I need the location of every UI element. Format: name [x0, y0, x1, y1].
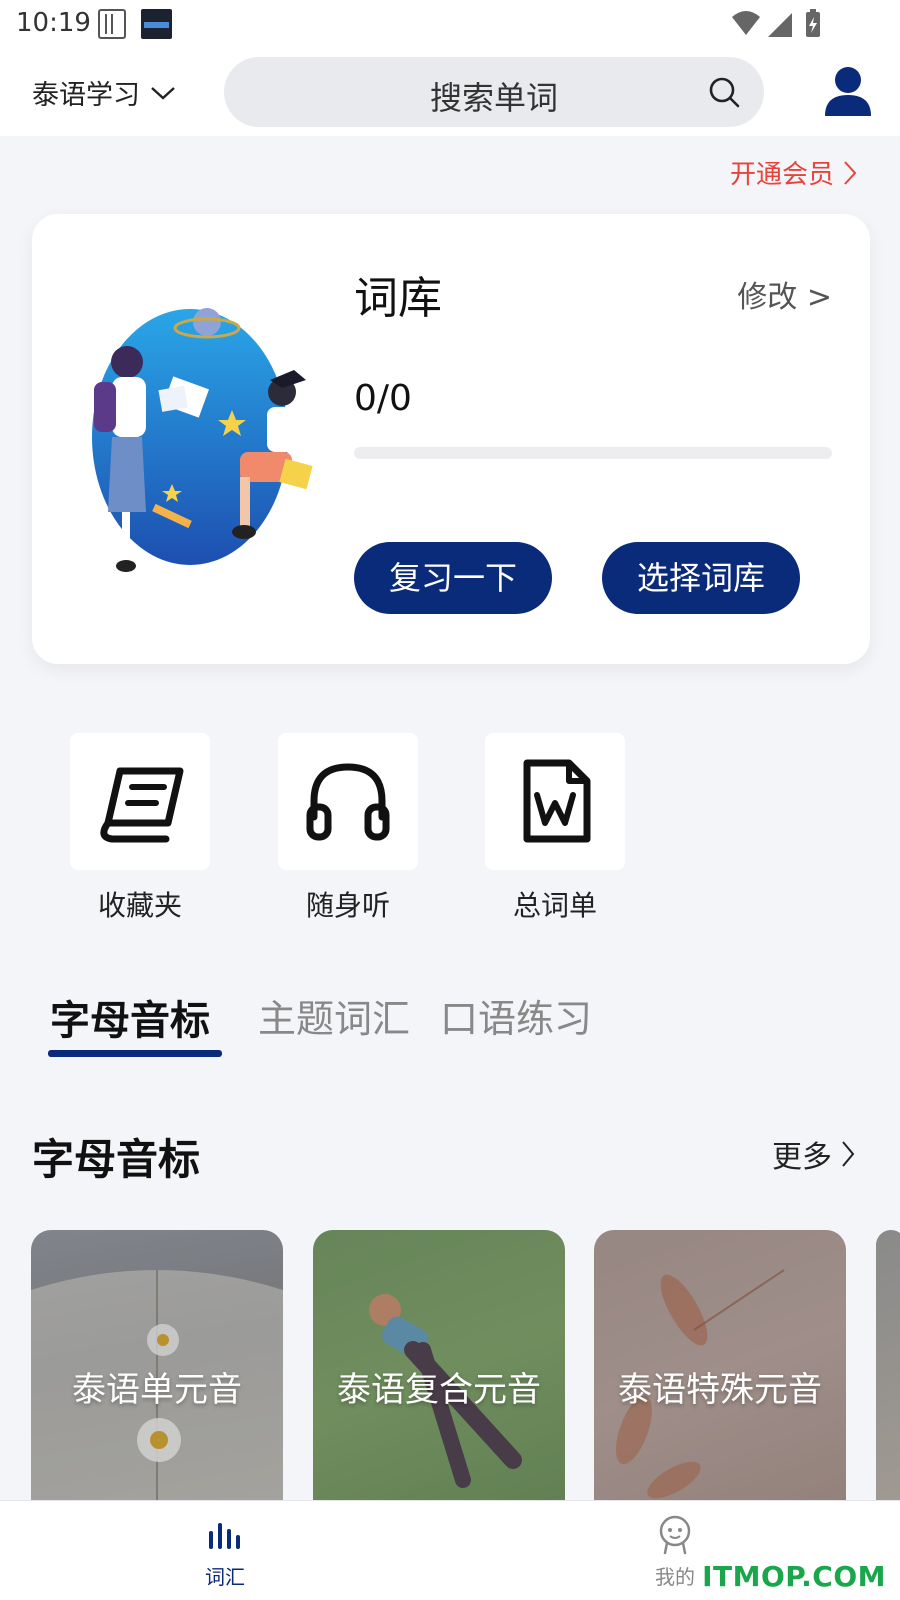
chevron-right-icon — [844, 160, 857, 185]
vocab-title: 词库 — [354, 273, 442, 324]
search-placeholder: 搜索单词 — [429, 79, 558, 117]
tab-topic-vocab[interactable]: 主题词汇 — [258, 988, 410, 1043]
students-illustration — [92, 308, 313, 572]
card-thai-monophthong[interactable]: 泰语单元音 — [31, 1230, 283, 1510]
notification-phone-icon — [98, 9, 126, 39]
language-label: 泰语学习 — [32, 79, 140, 111]
status-time: 10:19 — [16, 8, 91, 38]
headphones-icon — [306, 763, 390, 841]
more-link[interactable]: 更多 — [772, 1132, 856, 1176]
search-input[interactable]: 搜索单词 — [224, 57, 764, 127]
wifi-icon — [732, 11, 760, 35]
section-title: 字母音标 — [32, 1135, 201, 1184]
edit-link[interactable]: 修改 > — [737, 272, 832, 316]
more-label: 更多 — [772, 1140, 832, 1175]
language-selector[interactable]: 泰语学习 — [32, 72, 176, 112]
app-header: 泰语学习 搜索单词 — [0, 50, 900, 136]
battery-icon — [806, 9, 820, 37]
status-icons — [732, 9, 820, 37]
card-label: 泰语单元音 — [72, 1370, 242, 1410]
tab-oral-practice[interactable]: 口语练习 — [440, 988, 592, 1043]
wordlist-tool[interactable]: 总词单 — [485, 733, 625, 924]
status-bar: 10:19 — [0, 0, 900, 50]
card-thai-special-vowel[interactable]: 泰语特殊元音 — [594, 1230, 846, 1510]
card-label: 泰语复合元音 — [337, 1370, 541, 1410]
chart-bars-icon — [209, 1523, 240, 1549]
chevron-right-icon — [842, 1141, 855, 1167]
nav-vocabulary-label: 词汇 — [205, 1565, 245, 1589]
select-wordbank-button[interactable]: 选择词库 — [602, 542, 800, 614]
notification-widget-icon — [141, 9, 172, 39]
signal-icon — [768, 13, 792, 37]
vocab-card: 词库 修改 > 0/0 复习一下 选择词库 — [32, 214, 870, 664]
vip-link[interactable]: 开通会员 — [730, 154, 858, 191]
wordlist-tile[interactable] — [485, 733, 625, 870]
chevron-down-icon — [151, 87, 175, 100]
card-label: 泰语特殊元音 — [618, 1370, 822, 1410]
favorites-tool[interactable]: 收藏夹 — [70, 733, 210, 924]
nav-vocabulary[interactable]: 词汇 — [175, 1515, 275, 1590]
vip-label: 开通会员 — [729, 160, 834, 190]
word-file-icon — [523, 759, 591, 843]
tab-alphabet[interactable]: 字母音标 — [50, 988, 210, 1046]
listen-tool[interactable]: 随身听 — [278, 733, 418, 924]
progress-count: 0/0 — [354, 378, 412, 419]
progress-bar — [354, 447, 832, 459]
favorites-tile[interactable] — [70, 733, 210, 870]
book-icon — [100, 767, 184, 843]
watermark: ITMOP.COM — [702, 1560, 886, 1593]
card-thai-diphthong[interactable]: 泰语复合元音 — [313, 1230, 565, 1510]
listen-label: 随身听 — [305, 889, 390, 922]
user-avatar-icon[interactable] — [824, 66, 872, 118]
robot-face-icon — [659, 1515, 691, 1555]
review-button[interactable]: 复习一下 — [354, 542, 552, 614]
wordlist-label: 总词单 — [512, 889, 597, 922]
listen-tile[interactable] — [278, 733, 418, 870]
search-icon[interactable] — [708, 76, 740, 108]
card-partial-next[interactable] — [876, 1230, 900, 1510]
active-tab-indicator — [48, 1050, 222, 1057]
favorites-label: 收藏夹 — [97, 889, 182, 922]
